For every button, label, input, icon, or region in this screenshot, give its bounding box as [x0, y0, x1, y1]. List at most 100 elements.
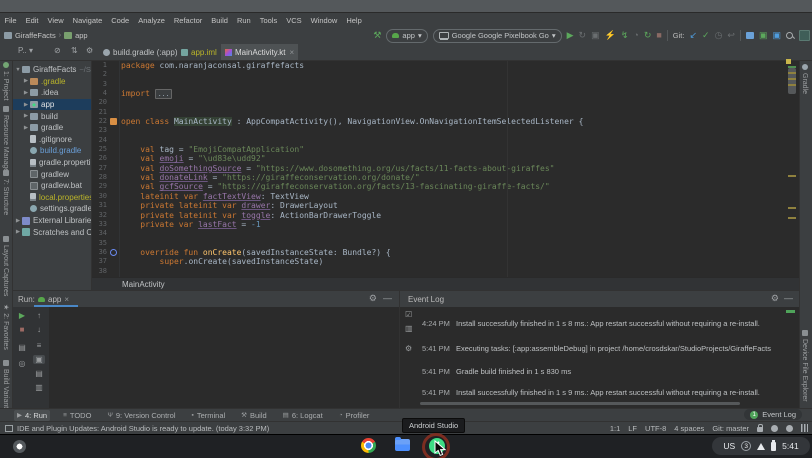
mark-read-icon[interactable]: ☑	[405, 310, 412, 319]
code-line[interactable]: 23	[92, 126, 799, 135]
tree-item-gradle-properties[interactable]: gradle.properties	[13, 157, 91, 169]
menu-item-refactor[interactable]: Refactor	[169, 16, 206, 25]
soft-wrap-icon[interactable]: ≡	[33, 341, 45, 350]
restore-layout-icon[interactable]: ▤	[16, 343, 28, 352]
event-log-badge[interactable]: 1 Event Log	[744, 409, 802, 420]
menu-item-view[interactable]: View	[43, 16, 68, 25]
minimize-icon[interactable]: —	[383, 293, 392, 303]
apply-changes-icon[interactable]: ⚡	[605, 28, 616, 43]
code-line[interactable]: 27 val doSomethingSource = "https://www.…	[92, 164, 799, 173]
chrome-icon[interactable]	[361, 438, 376, 453]
menu-item-code[interactable]: Code	[107, 16, 134, 25]
tool-window-button-4-run[interactable]: ▶4: Run	[14, 410, 50, 421]
tab-mainactivity[interactable]: MainActivity.kt ×	[221, 44, 298, 60]
code-line[interactable]: 22open class MainActivity : AppCompatAct…	[92, 117, 799, 126]
tool-window-button-build[interactable]: ⚒Build	[238, 410, 270, 421]
gear-icon[interactable]: ⚙	[369, 293, 377, 304]
code-line[interactable]: 34	[92, 229, 799, 238]
rerun-button[interactable]: ▶	[16, 311, 28, 320]
code-line[interactable]: 25 val tag = "EmojiCompatApplication"	[92, 145, 799, 154]
device-manager-icon[interactable]: ▣	[759, 28, 768, 43]
tool-button-project[interactable]: 1: Project	[0, 62, 12, 101]
code-line[interactable]: 38	[92, 267, 799, 276]
close-icon[interactable]: ×	[290, 48, 295, 57]
inspections-face-icon[interactable]	[786, 425, 793, 432]
clear-console-icon[interactable]: ▥	[33, 383, 45, 392]
menu-item-run[interactable]: Run	[232, 16, 255, 25]
tool-window-button-todo[interactable]: ≡TODO	[60, 410, 94, 421]
inspections-face-icon[interactable]	[771, 425, 778, 432]
code-line[interactable]: 32 private lateinit var toggle: ActionBa…	[92, 211, 799, 220]
tool-window-button-profiler[interactable]: ◔Profiler	[336, 410, 373, 421]
tool-button-resource-manager[interactable]: Resource Manager	[0, 106, 12, 175]
collapse-all-icon[interactable]: ⇅	[71, 46, 78, 55]
profile-icon[interactable]: ◔	[633, 28, 638, 43]
code-line[interactable]: 1package com.naranjaconsal.giraffefacts	[92, 61, 799, 70]
code-line[interactable]: 36 override fun onCreate(savedInstanceSt…	[92, 248, 799, 257]
tree-item-giraffefacts[interactable]: ▼GiraffeFacts~/S	[13, 64, 91, 76]
build-hammer-icon[interactable]: ⚒	[373, 28, 381, 43]
file-encoding[interactable]: UTF-8	[645, 424, 666, 433]
code-line[interactable]: 29 val gcfSource = "https://giraffeconse…	[92, 182, 799, 191]
rerun-icon[interactable]: ↻	[579, 28, 587, 43]
apply-code-changes-icon[interactable]: ↯	[621, 28, 629, 43]
minimize-icon[interactable]: —	[784, 293, 793, 303]
pin-icon[interactable]: ◎	[16, 359, 28, 368]
git-rollback-icon[interactable]: ↩	[727, 28, 735, 43]
tool-button-build-variants[interactable]: Build Variants	[0, 360, 12, 412]
tree-item-build-gradle[interactable]: build.gradle	[13, 145, 91, 157]
run-button[interactable]: ▶	[567, 28, 574, 43]
tree-item-gradlew[interactable]: gradlew	[13, 168, 91, 180]
down-stack-trace-icon[interactable]: ↓	[33, 325, 45, 334]
code-line[interactable]: 30 lateinit var factTextView: TextView	[92, 192, 799, 201]
tool-button-device-file-explorer[interactable]: Device File Explorer	[799, 330, 811, 402]
system-tray[interactable]: US 3 5:41	[712, 437, 810, 455]
horizontal-scrollbar[interactable]	[420, 402, 740, 405]
tree-item-gradle[interactable]: ▶gradle	[13, 122, 91, 134]
up-stack-trace-icon[interactable]: ↑	[33, 311, 45, 320]
tree-item--idea[interactable]: ▶.idea	[13, 87, 91, 99]
tool-button-gradle[interactable]: Gradle	[799, 64, 811, 94]
locate-file-icon[interactable]: ⊘	[54, 46, 61, 55]
breadcrumb-class[interactable]: MainActivity	[122, 280, 165, 289]
git-commit-icon[interactable]: ✓	[702, 28, 710, 43]
tool-window-button-6-logcat[interactable]: ▤6: Logcat	[280, 410, 326, 421]
wrench-icon[interactable]: ⚙	[405, 344, 412, 353]
device-select[interactable]: Google Google Pixelbook Go ▾	[433, 29, 562, 43]
menu-item-analyze[interactable]: Analyze	[134, 16, 170, 25]
code-line[interactable]: 31 private lateinit var drawer: DrawerLa…	[92, 201, 799, 210]
inspection-indicator[interactable]	[786, 59, 791, 64]
git-history-icon[interactable]: ◷	[715, 28, 723, 43]
menu-item-vcs[interactable]: VCS	[282, 16, 306, 25]
tool-window-button-9-version-control[interactable]: Ψ9: Version Control	[104, 410, 178, 421]
code-line[interactable]: 4import ...	[92, 89, 799, 98]
tree-item-build[interactable]: ▶build	[13, 110, 91, 122]
tree-item-app[interactable]: ▶app	[13, 99, 91, 111]
code-line[interactable]: 37 super.onCreate(savedInstanceState)	[92, 257, 799, 266]
tool-window-button-terminal[interactable]: ▪Terminal	[189, 410, 229, 421]
indent-setting[interactable]: 4 spaces	[674, 424, 704, 433]
tree-item-gradlew-bat[interactable]: gradlew.bat	[13, 180, 91, 192]
code-line[interactable]: 20	[92, 98, 799, 107]
gradle-sync-icon[interactable]	[746, 32, 754, 39]
tool-button-layout-captures[interactable]: Layout Captures	[0, 236, 12, 296]
menu-item-build[interactable]: Build	[207, 16, 233, 25]
status-message[interactable]: IDE and Plugin Updates: Android Studio i…	[5, 424, 269, 433]
code-line[interactable]: 21	[92, 108, 799, 117]
tree-item--gitignore[interactable]: .gitignore	[13, 134, 91, 146]
code-line[interactable]: 24	[92, 136, 799, 145]
code-line[interactable]: 26 val emoji = "\ud83e\udd92"	[92, 154, 799, 163]
menu-item-tools[interactable]: Tools	[255, 16, 282, 25]
line-separator[interactable]: LF	[628, 424, 637, 433]
tree-item-settings-gradle[interactable]: settings.gradle	[13, 203, 91, 215]
assistant-icon[interactable]	[799, 30, 810, 41]
menu-item-file[interactable]: File	[0, 16, 21, 25]
breadcrumb-module[interactable]: app	[75, 31, 88, 40]
tree-item--gradle[interactable]: ▶.gradle	[13, 76, 91, 88]
stop-icon[interactable]: ■	[656, 28, 661, 43]
tree-item-local-properties[interactable]: local.properties	[13, 192, 91, 204]
sdk-manager-icon[interactable]: ▣	[772, 28, 781, 43]
stop-button[interactable]: ■	[16, 325, 28, 334]
search-icon[interactable]	[786, 32, 794, 40]
code-line[interactable]: 33 private var lastFact = -1	[92, 220, 799, 229]
